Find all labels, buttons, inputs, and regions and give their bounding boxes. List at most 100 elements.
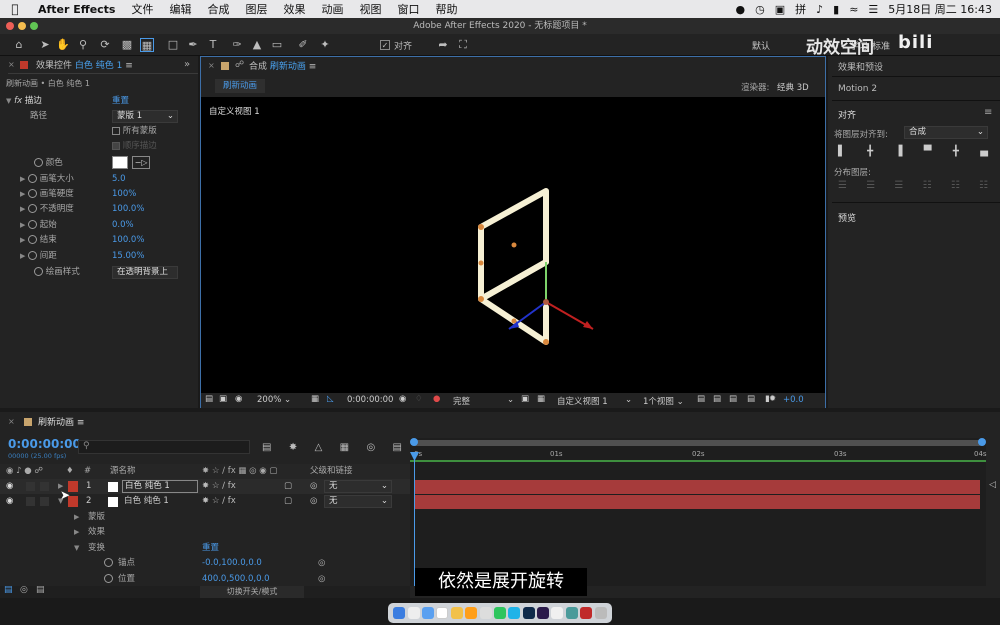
- camera-icon[interactable]: ●: [735, 3, 745, 16]
- snap-checkbox[interactable]: ✓: [380, 40, 390, 50]
- param-end[interactable]: ▶ 结束: [20, 233, 57, 248]
- layer-search-input[interactable]: ⚲: [78, 440, 250, 454]
- illustrator-icon[interactable]: [465, 607, 478, 619]
- mask-view-icon[interactable]: ◉: [235, 394, 242, 404]
- visibility-eye-icon[interactable]: ◉: [6, 479, 13, 494]
- menu-app-name[interactable]: After Effects: [30, 3, 123, 16]
- stopwatch-icon[interactable]: [104, 558, 113, 567]
- timeline-tab[interactable]: 刷新动画 ≡: [38, 414, 84, 432]
- transparency-grid-icon[interactable]: ▦: [537, 394, 545, 404]
- param-start[interactable]: ▶ 起始: [20, 218, 57, 233]
- distribute-hcenter-icon[interactable]: ☷: [951, 180, 960, 194]
- expression-icon[interactable]: ◎: [318, 556, 325, 571]
- effect-reset-link[interactable]: 重置: [112, 94, 129, 109]
- timeline-icon[interactable]: ▤: [747, 394, 755, 404]
- pen-tool-icon[interactable]: ✒: [186, 38, 200, 52]
- stopwatch-icon[interactable]: [28, 251, 38, 260]
- lock-icon[interactable]: ☍: [235, 60, 244, 70]
- menu-layer[interactable]: 图层: [237, 1, 275, 17]
- comp-viewer[interactable]: 自定义视图 1: [201, 97, 825, 393]
- preview-title[interactable]: 预览: [838, 211, 856, 224]
- stopwatch-icon[interactable]: [28, 235, 38, 244]
- timeline-scrollbar[interactable]: ◁: [986, 464, 1000, 586]
- parent-dropdown[interactable]: 无 ⌄: [324, 480, 392, 493]
- renderer-value[interactable]: 经典 3D: [777, 81, 809, 93]
- mask-path-icon[interactable]: ◺: [327, 394, 334, 404]
- finder-icon[interactable]: [393, 607, 406, 619]
- sequential-checkbox[interactable]: 顺序描边: [112, 139, 157, 154]
- workspace-default[interactable]: 默认: [752, 39, 770, 52]
- layer-1-duration-bar[interactable]: [414, 480, 980, 494]
- view-layout-dropdown[interactable]: 1个视图 ⌄: [643, 395, 684, 407]
- align-hcenter-icon[interactable]: ╋: [867, 146, 873, 160]
- close-window-button[interactable]: [6, 22, 14, 30]
- panel-close-icon[interactable]: ×: [208, 61, 215, 70]
- photo-icon[interactable]: ▣: [775, 3, 785, 16]
- distribute-top-icon[interactable]: ☰: [838, 180, 847, 194]
- roto-brush-icon[interactable]: ✐: [296, 38, 310, 52]
- stopwatch-icon[interactable]: [28, 189, 38, 198]
- shy-layers-icon[interactable]: △: [315, 442, 323, 454]
- menu-composition[interactable]: 合成: [199, 1, 237, 17]
- transfer-controls-toggle-icon[interactable]: ◎: [20, 585, 28, 595]
- launchpad-icon[interactable]: [407, 607, 420, 619]
- all-masks-checkbox[interactable]: 所有蒙版: [112, 124, 157, 139]
- fast-preview-icon[interactable]: ▤: [729, 394, 737, 404]
- effects-group-row[interactable]: ▶ 效果: [0, 525, 410, 540]
- anchor-point[interactable]: [543, 299, 549, 305]
- menu-edit[interactable]: 编辑: [161, 1, 199, 17]
- distribute-bottom-icon[interactable]: ☰: [894, 180, 903, 194]
- camera-tool-icon[interactable]: ▩: [120, 38, 134, 52]
- menu-help[interactable]: 帮助: [427, 1, 465, 17]
- path-dropdown[interactable]: 蒙版 1 ⌄: [112, 110, 178, 123]
- eyedropper-icon[interactable]: −▷: [132, 156, 150, 169]
- start-value[interactable]: 0.0%: [112, 218, 134, 233]
- brush-size-value[interactable]: 5.0: [112, 172, 126, 187]
- align-top-icon[interactable]: ▀: [924, 146, 932, 160]
- align-right-icon[interactable]: ▐: [895, 146, 903, 160]
- spacing-value[interactable]: 15.00%: [112, 249, 144, 264]
- work-area-start-handle[interactable]: [410, 438, 418, 446]
- timeline-tracks[interactable]: 0s 01s 02s 03s 04s: [410, 438, 987, 586]
- system-prefs-icon[interactable]: [479, 607, 492, 619]
- comp-subtab[interactable]: 刷新动画: [215, 79, 266, 93]
- clone-stamp-icon[interactable]: ▲: [250, 38, 264, 52]
- stopwatch-icon[interactable]: [28, 220, 38, 229]
- calendar-icon[interactable]: [436, 607, 449, 619]
- align-to-dropdown[interactable]: 合成 ⌄: [904, 126, 988, 139]
- brush-hardness-value[interactable]: 100%: [112, 187, 136, 202]
- after-effects-icon[interactable]: [537, 607, 550, 619]
- anchor-value[interactable]: -0.0,100.0,0.0: [202, 556, 262, 571]
- playhead-line[interactable]: [414, 455, 415, 586]
- minimize-window-button[interactable]: [18, 22, 26, 30]
- transform-reset-link[interactable]: 重置: [202, 541, 219, 556]
- align-bottom-icon[interactable]: ▄: [980, 146, 988, 160]
- align-left-icon[interactable]: ▌: [838, 146, 846, 160]
- grid-icon[interactable]: ▦: [311, 394, 319, 404]
- vertex-point[interactable]: [478, 260, 484, 266]
- rectangle-tool-icon[interactable]: □: [166, 38, 180, 52]
- panel-close-icon[interactable]: ×: [8, 417, 15, 426]
- vertex-point[interactable]: [478, 224, 484, 230]
- position-row[interactable]: 位置 400.0,500.0,0.0 ◎: [0, 572, 410, 587]
- type-tool-icon[interactable]: T: [206, 38, 220, 52]
- control-center-icon[interactable]: ☰: [868, 3, 878, 16]
- mask-group-row[interactable]: ▶ 蒙版: [0, 510, 410, 525]
- layer-name[interactable]: 白色 纯色 1: [122, 480, 198, 493]
- view-dropdown[interactable]: 自定义视图 1 ⌄: [557, 395, 632, 407]
- time-stretch-toggle-icon[interactable]: ▤: [36, 585, 45, 595]
- battery-icon[interactable]: ▮: [833, 3, 839, 16]
- source-name-header[interactable]: 源名称: [110, 464, 136, 479]
- brush-tool-icon[interactable]: ✑: [230, 38, 244, 52]
- menu-animation[interactable]: 动画: [313, 1, 351, 17]
- param-brush-hardness[interactable]: ▶ 画笔硬度: [20, 187, 74, 202]
- workspace-standard[interactable]: 标准: [872, 39, 890, 52]
- paint-style-dropdown[interactable]: 在透明背景上: [112, 266, 178, 279]
- vertex-point[interactable]: [511, 318, 517, 324]
- channel-icon[interactable]: ●: [433, 394, 440, 404]
- snap-edges-icon[interactable]: ⛶: [456, 38, 470, 52]
- app-icon[interactable]: [508, 607, 521, 619]
- volume-icon[interactable]: ♪: [816, 3, 823, 16]
- hand-tool-icon[interactable]: ✋: [56, 38, 70, 52]
- chrome-icon[interactable]: [551, 607, 564, 619]
